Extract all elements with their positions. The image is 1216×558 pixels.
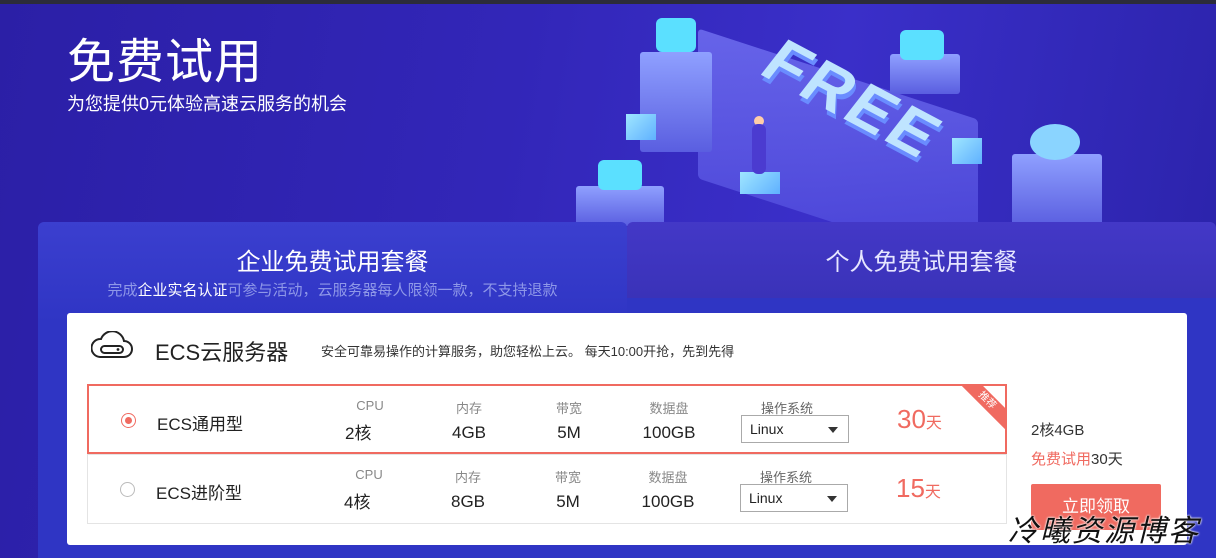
recommend-badge: 推荐 [962, 385, 1006, 429]
plan-name: ECS通用型 [157, 415, 243, 434]
hex-chip-illustration [656, 18, 696, 52]
watermark: 冷曦资源博客 [1008, 514, 1200, 549]
tab-note: 完成企业实名认证可参与活动，云服务器每人限领一款，不支持退款 [107, 282, 558, 299]
cloud-server-icon [91, 331, 133, 358]
spec-disk: 数据盘 100GB [642, 401, 696, 442]
plan-price: 30天 [897, 404, 942, 434]
page-subtitle: 为您提供0元体验高速云服务的机会 [67, 94, 348, 114]
server-tower-illustration [1012, 154, 1102, 226]
chevron-down-icon [828, 427, 838, 433]
product-title: ECS云服务器 [155, 340, 289, 365]
os-select[interactable]: Linux [740, 484, 848, 512]
tab-label: 个人免费试用套餐 [825, 249, 1018, 276]
chevron-down-icon [827, 496, 837, 502]
tab-personal-trial[interactable]: 个人免费试用套餐 [627, 222, 1216, 298]
page-title: 免费试用 [67, 36, 264, 89]
server-tower-illustration [890, 54, 960, 94]
cube-illustration [740, 172, 780, 194]
spec-memory: 内存 8GB [450, 470, 486, 511]
hex-chip-illustration [900, 30, 944, 60]
database-illustration [1030, 124, 1080, 160]
os-select[interactable]: Linux [741, 415, 849, 443]
order-summary: 2核4GB 免费试用30天 [1031, 419, 1123, 469]
spec-memory: 内存 4GB [451, 401, 487, 442]
plan-name: ECS进阶型 [156, 484, 242, 503]
plan-price: 15天 [896, 473, 941, 503]
summary-config: 2核4GB [1031, 422, 1085, 439]
spec-cpu: CPU 2核 [345, 398, 384, 443]
spec-bandwidth: 带宽 5M [555, 401, 582, 442]
plan-radio[interactable] [120, 482, 135, 497]
spec-bandwidth: 带宽 5M [554, 470, 581, 511]
summary-trial: 免费试用30天 [1031, 451, 1123, 468]
product-description: 安全可靠易操作的计算服务，助您轻松上云。 每天10:00开抢，先到先得 [321, 344, 735, 359]
plan-row-general[interactable]: ECS通用型 CPU 2核 内存 4GB 带宽 5M 数据盘 100GB 操作系统 Li… [87, 384, 1007, 454]
cube-illustration [952, 138, 982, 164]
hex-chip-illustration [598, 160, 642, 190]
cube-illustration [626, 114, 656, 140]
server-tower-illustration [576, 186, 664, 226]
spec-cpu: CPU 4核 [344, 467, 383, 512]
tab-label: 企业免费试用套餐 [236, 249, 429, 276]
tab-enterprise-trial[interactable]: 企业免费试用套餐 完成企业实名认证可参与活动，云服务器每人限领一款，不支持退款 [38, 222, 627, 322]
plan-radio[interactable] [121, 413, 136, 428]
person-illustration [752, 124, 766, 174]
spec-disk: 数据盘 100GB [641, 470, 695, 511]
plan-row-advanced[interactable]: ECS进阶型 CPU 4核 内存 8GB 带宽 5M 数据盘 100GB 操作系统 Li… [87, 454, 1007, 524]
